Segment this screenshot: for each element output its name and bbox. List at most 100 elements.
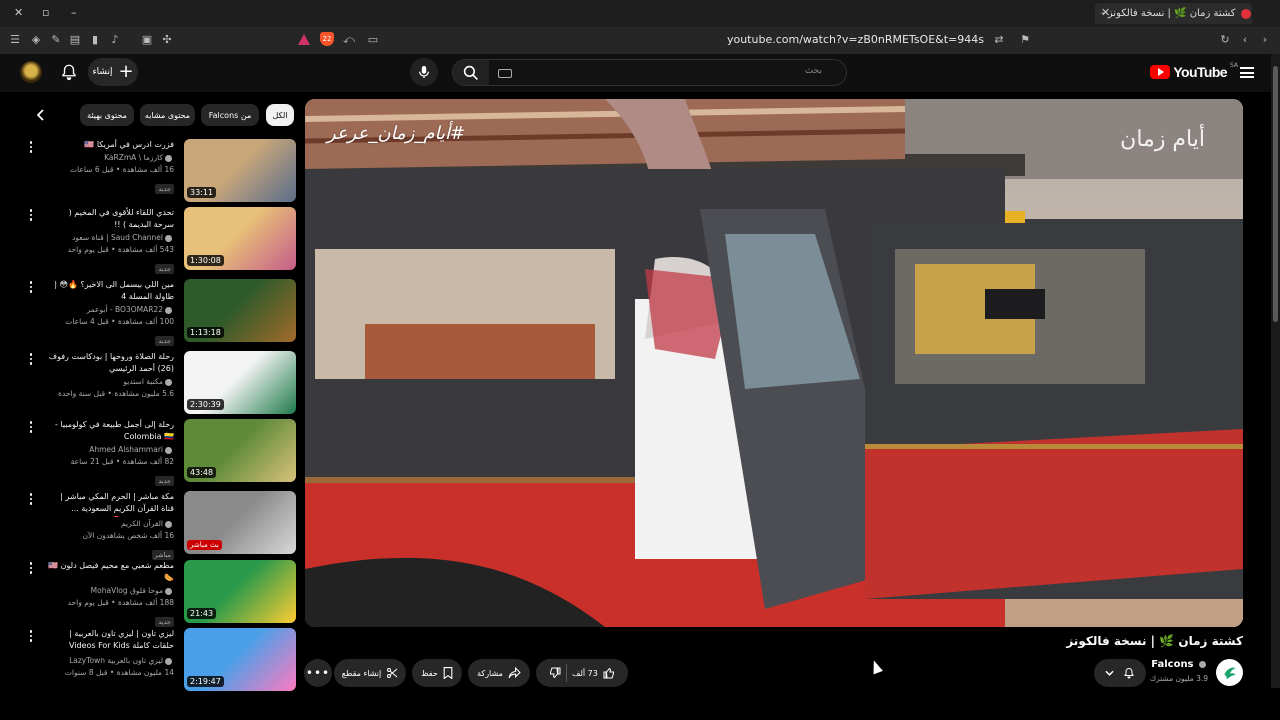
chip-related[interactable]: محتوى مشابه [140,104,195,126]
pen-icon[interactable]: ✎ [49,33,63,47]
related-video-item[interactable]: 21:43 مطعم شعبي مع محيم فيصل دلون 🇺🇸🌭 مو… [24,560,296,627]
related-video-title[interactable]: ليزي تاون | ليزي تاون بالعربية | حلقات ك… [46,628,174,654]
search-box[interactable]: بحث [452,59,847,86]
forward-icon[interactable]: › [1258,33,1272,47]
extensions-icon[interactable]: ✣ [160,33,174,47]
related-channel-name[interactable]: Ahmed Alshammari [46,443,174,456]
chip-from-falcons[interactable]: من Falcons [201,104,259,126]
related-channel-name[interactable]: موحا فلوق MohaVlog [46,584,174,597]
like-icon[interactable] [603,667,615,679]
video-thumbnail[interactable]: بث مباشر [184,491,296,554]
keyboard-icon[interactable] [498,69,512,78]
related-channel-name[interactable]: Saud Channel | قناة سعود [46,231,174,244]
notifications-bell-icon[interactable] [60,63,78,81]
video-details: فزرت ادرس في أمريكا 🇺🇸 كارزما \ KaRZmA 1… [46,139,174,195]
watermark-logo: أيام زمان [1120,127,1205,152]
reader-icon[interactable]: ▤ [68,33,82,47]
sidebar-icon[interactable]: ▮ [88,33,102,47]
related-video-title[interactable]: تحدي اللقاء للأقوى في المخيم ( سرحة البد… [46,207,174,231]
window-minimize-icon[interactable]: – [71,6,77,19]
more-options-icon[interactable] [24,629,38,643]
save-button[interactable]: حفظ [412,659,462,687]
related-video-title[interactable]: رحلة الصلاة وروحها | بودكاست رفوف (26) أ… [46,351,174,375]
brave-shield-icon[interactable]: 22 [320,32,334,46]
more-options-icon[interactable] [24,140,38,154]
channel-avatar[interactable] [1216,659,1243,686]
related-video-item[interactable]: 2:19:47 ليزي تاون | ليزي تاون بالعربية |… [24,628,296,692]
related-video-title[interactable]: رحلة إلى أجمل طبيعة في كولومبيا - Colomb… [46,419,174,443]
more-options-icon[interactable] [24,208,38,222]
more-options-icon[interactable] [24,280,38,294]
account-avatar[interactable] [20,61,42,83]
related-video-title[interactable]: مطعم شعبي مع محيم فيصل دلون 🇺🇸🌭 [46,560,174,584]
video-thumbnail[interactable]: 1:30:08 [184,207,296,270]
video-thumbnail[interactable]: 43:48 [184,419,296,482]
video-thumbnail[interactable]: 1:13:18 [184,279,296,342]
window-maximize-icon[interactable]: ▫ [42,6,49,19]
channel-name[interactable]: Falcons [1151,659,1208,670]
search-button[interactable] [453,60,489,85]
more-options-icon[interactable] [24,561,38,575]
related-video-item[interactable]: 2:30:39 رحلة الصلاة وروحها | بودكاست رفو… [24,351,296,415]
related-channel-name[interactable]: مكتبة استديو [46,375,174,388]
video-thumbnail[interactable]: 33:11 [184,139,296,202]
duration-badge: 43:48 [187,467,217,478]
brave-rewards-icon[interactable] [298,34,310,45]
video-thumbnail[interactable]: 2:19:47 [184,628,296,691]
dislike-icon[interactable] [549,667,561,679]
share-button[interactable]: مشاركة [468,659,530,687]
more-actions-button[interactable]: ••• [304,659,332,687]
guide-menu-icon[interactable] [1240,67,1254,78]
translate-icon[interactable]: ⇄ [992,33,1006,47]
related-channel-name[interactable]: القرآن الكريم [46,517,174,530]
bookmark-icon[interactable]: ⚑ [1018,33,1032,47]
related-video-item[interactable]: 43:48 رحلة إلى أجمل طبيعة في كولومبيا - … [24,419,296,486]
clip-button[interactable]: إنشاء مقطع [334,659,406,687]
browser-tab[interactable]: كشتة زمان 🌿 | نسخة فالكونز - ✕ [1095,3,1252,24]
youtube-favicon-icon [1240,8,1251,19]
scrollbar-thumb[interactable] [1273,66,1278,322]
more-options-icon[interactable] [24,492,38,506]
tab-close-icon[interactable]: ✕ [1101,6,1110,19]
more-options-icon[interactable] [24,420,38,434]
url-text[interactable]: youtube.com/watch?v=zB0nRMETsOE&t=944s [727,33,984,46]
video-details: ليزي تاون | ليزي تاون بالعربية | حلقات ك… [46,628,174,679]
video-thumbnail[interactable]: 21:43 [184,560,296,623]
related-video-title[interactable]: مكة مباشر | الحرم المكي مباشر | قناة الق… [46,491,174,517]
shield-icon[interactable]: ◈ [29,33,43,47]
like-count[interactable]: 73 ألف [572,669,598,678]
back-icon[interactable]: ‹ [1238,33,1252,47]
menu-icon[interactable]: ☰ [8,33,22,47]
related-video-item[interactable]: 1:13:18 مين اللي بيسمل الى الاخير؟ 🔥😳 | … [24,279,296,346]
reload-icon[interactable]: ↻ [1218,33,1232,47]
related-video-title[interactable]: مين اللي بيسمل الى الاخير؟ 🔥😳 | طاولة ال… [46,279,174,303]
more-options-icon[interactable] [24,352,38,366]
related-channel-name[interactable]: ليزي تاون بالعربية LazyTown [46,654,174,667]
chips-scroll-left-button[interactable] [30,106,52,124]
page-scrollbar[interactable] [1271,54,1280,688]
related-channel-name[interactable]: كارزما \ KaRZmA [46,151,174,164]
address-bar[interactable]: 22 ⤺ ▭ youtube.com/watch?v=zB0nRMETsOE&t… [290,30,1010,51]
search-input[interactable]: بحث [805,66,822,76]
related-channel-name[interactable]: BO3OMAR22 - أبوعمر [46,303,174,316]
related-video-item[interactable]: 33:11 فزرت ادرس في أمريكا 🇺🇸 كارزما \ Ka… [24,139,296,203]
create-button[interactable]: إنشاء + [88,58,138,86]
chip-format[interactable]: محتوى بهيئة [80,104,134,126]
wallet-icon[interactable]: ▣ [140,33,154,47]
related-video-title[interactable]: فزرت ادرس في أمريكا 🇺🇸 [46,139,174,151]
related-video-item[interactable]: بث مباشر مكة مباشر | الحرم المكي مباشر |… [24,491,296,560]
browser-navbar: ☰ ◈ ✎ ▤ ▮ ♪ ▣ ✣ 22 ⤺ ▭ youtube.com/watch… [0,27,1280,54]
cast-icon[interactable]: ▭ [366,33,380,47]
subscribed-button[interactable] [1094,659,1146,687]
share-icon[interactable]: ⤺ [342,33,356,47]
youtube-logo[interactable]: YouTube SA [1150,62,1238,80]
mouse-cursor [869,658,883,675]
verified-icon [1199,660,1206,668]
related-video-item[interactable]: 1:30:08 تحدي اللقاء للأقوى في المخيم ( س… [24,207,296,274]
window-close-icon[interactable]: ✕ [14,6,23,19]
voice-search-button[interactable] [410,58,438,86]
video-thumbnail[interactable]: 2:30:39 [184,351,296,414]
chip-all[interactable]: الكل [266,104,294,126]
video-player[interactable]: #أيام_زمان_عرعر أيام زمان [305,99,1243,627]
music-icon[interactable]: ♪ [108,33,122,47]
